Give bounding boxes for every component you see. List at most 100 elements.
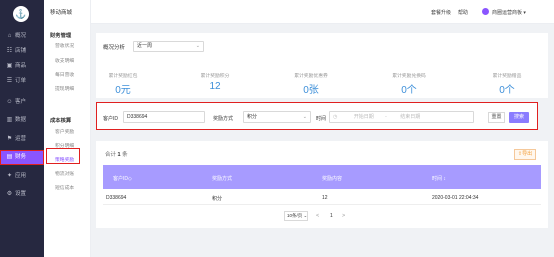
reward-method-select[interactable]: 积分 ⌄ — [243, 111, 311, 123]
range-select[interactable]: 近一周 ⌄ — [133, 41, 204, 52]
sub-item-withdraw-details[interactable]: 提现明细 — [55, 85, 74, 92]
export-button[interactable]: ⇪导出 — [514, 149, 536, 160]
chevron-down-icon: ▾ — [523, 10, 526, 16]
page-number[interactable]: 1 — [330, 211, 333, 221]
main-nav: ⚓ ⌂ 概况 ☷ 店铺 ▣ 商品 ☰ 订单 ☺ 客户 ▥ 数据 ⚑ 运营 ▤ 财务 ✦ 应用 ⚙ 设… — [0, 0, 44, 257]
stat-label: 累计奖励赠品 — [492, 74, 522, 79]
page-size-select[interactable]: 10条/页 ⌄ — [284, 211, 308, 221]
stat-value: 0元 — [115, 85, 131, 96]
prev-page-icon[interactable]: < — [316, 211, 319, 221]
stat-value: 0个 — [499, 85, 515, 96]
page-size-value: 10条/页 — [287, 213, 303, 218]
nav-item-settings[interactable]: ⚙ 设置 — [0, 188, 44, 201]
stat-value: 0个 — [401, 85, 417, 96]
next-page-icon[interactable]: > — [342, 211, 345, 221]
customer-id-input[interactable]: D338694 — [123, 111, 205, 123]
customer-id-label: 客户ID — [103, 116, 119, 122]
cell-customer-id: D338694 — [106, 195, 127, 201]
nav-item-operations[interactable]: ⚑ 运营 — [0, 133, 44, 146]
nav-label: 订单 — [15, 78, 27, 84]
col-reward-method: 奖励方式 — [212, 176, 233, 182]
nav-item-orders[interactable]: ☰ 订单 — [0, 75, 44, 88]
stat-points: 累计奖励积分 12 — [180, 72, 250, 92]
nav-item-store[interactable]: ☷ 店铺 — [0, 45, 44, 58]
sub-group-cost: 成本核算 — [50, 118, 72, 124]
home-icon: ⌂ — [7, 33, 12, 39]
apps-icon: ✦ — [6, 173, 13, 179]
upgrade-link[interactable]: 套餐升级 — [431, 9, 451, 16]
stat-label: 累计奖励兑换码 — [392, 74, 426, 79]
nav-item-apps[interactable]: ✦ 应用 — [0, 170, 44, 183]
top-bar: 套餐升级 帮助 商圈运营商板 ▾ — [91, 0, 554, 24]
cell-reward-method: 积分 — [212, 196, 223, 202]
nav-label: 运营 — [15, 136, 27, 142]
stat-label: 累计奖励优惠券 — [294, 74, 328, 79]
avatar[interactable] — [482, 8, 489, 15]
date-separator: - — [385, 114, 387, 120]
stat-value: 12 — [209, 81, 221, 92]
user-menu[interactable]: 商圈运营商板 ▾ — [492, 9, 526, 16]
sub-item-revenue-status[interactable]: 营收状况 — [55, 42, 74, 49]
nav-label: 商品 — [15, 63, 27, 69]
date-range-picker[interactable]: ◷ 开始日期 - 结束日期 — [329, 111, 474, 123]
nav-label: 店铺 — [15, 48, 27, 54]
nav-label: 设置 — [15, 191, 27, 197]
sub-item-daily-revenue[interactable]: 每日营收 — [55, 71, 74, 78]
nav-item-overview[interactable]: ⌂ 概况 — [0, 30, 44, 43]
nav-item-customers[interactable]: ☺ 客户 — [0, 96, 44, 109]
sub-item-customer-reward[interactable]: 客户奖励 — [55, 128, 74, 135]
sub-item-logistics[interactable]: 物流对账 — [55, 170, 74, 177]
secondary-sidebar: 移动商城 财务管理 营收状况 收支明细 每日营收 提现明细 成本核算 客户奖励 … — [44, 0, 91, 257]
nav-label: 客户 — [15, 99, 27, 105]
reward-method-value: 积分 — [247, 114, 258, 120]
sub-item-sms-cost[interactable]: 短信成本 — [55, 184, 74, 191]
stat-label: 累计奖励红包 — [108, 74, 138, 79]
flag-icon: ⚑ — [6, 136, 13, 142]
end-date-placeholder: 结束日期 — [400, 114, 421, 120]
col-customer-id[interactable]: 客户ID◇ — [113, 175, 132, 182]
gear-icon: ⚙ — [6, 191, 13, 197]
start-date-placeholder: 开始日期 — [353, 114, 374, 120]
chevron-down-icon: ⌄ — [302, 114, 307, 120]
chevron-down-icon: ⌄ — [195, 43, 200, 49]
export-label: 导出 — [522, 151, 533, 157]
calendar-icon: ◷ — [333, 114, 338, 120]
logo-icon[interactable]: ⚓ — [13, 6, 29, 22]
overview-card: 概况分析 近一周 ⌄ 累计奖励红包 0元 累计奖励积分 12 累计奖励优惠券 0… — [96, 33, 548, 98]
stat-value: 0张 — [303, 85, 319, 96]
stat-gifts: 累计奖励赠品 0个 — [472, 72, 542, 96]
sub-item-income-details[interactable]: 收支明细 — [55, 57, 74, 64]
total-count: 合计 1 条 — [105, 150, 128, 158]
total-number: 1 — [117, 152, 121, 158]
customer-icon: ☺ — [6, 99, 13, 105]
results-card: 合计 1 条 ⇪导出 客户ID◇ 奖励方式 奖励内容 时间 ↕ D338694 … — [96, 141, 548, 228]
customer-id-value: D338694 — [127, 114, 148, 120]
sub-group-finance: 财务管理 — [50, 33, 72, 39]
time-label: 时间 — [316, 116, 327, 122]
overview-label: 概况分析 — [103, 45, 126, 51]
bottom-spacer — [91, 236, 554, 257]
highlight-box-strategy-reward — [46, 148, 80, 164]
filter-bar: 客户ID D338694 奖励方式 积分 ⌄ 时间 ◷ 开始日期 - 结束日期 … — [96, 102, 538, 130]
cell-time: 2020-03-01 22:04:34 — [432, 195, 479, 201]
nav-label: 数据 — [15, 117, 27, 123]
stat-coupons: 累计奖励优惠券 0张 — [276, 72, 346, 96]
cell-reward-content: 12 — [322, 195, 328, 201]
nav-label: 应用 — [15, 173, 27, 179]
chevron-down-icon: ⌄ — [303, 213, 308, 218]
search-button[interactable]: 搜索 — [509, 112, 529, 123]
col-time[interactable]: 时间 ↕ — [432, 175, 446, 182]
order-icon: ☰ — [6, 78, 13, 84]
total-prefix: 合计 — [105, 152, 117, 158]
stat-red-packet: 累计奖励红包 0元 — [88, 72, 158, 96]
nav-item-data[interactable]: ▥ 数据 — [0, 114, 44, 127]
store-icon: ☷ — [6, 48, 13, 54]
stat-label: 累计奖励积分 — [200, 74, 230, 79]
table-row: D338694 积分 12 2020-03-01 22:04:34 — [103, 190, 541, 205]
nav-item-goods[interactable]: ▣ 商品 — [0, 60, 44, 73]
total-suffix: 条 — [122, 152, 128, 158]
nav-label: 概况 — [15, 33, 27, 39]
help-link[interactable]: 帮助 — [458, 9, 468, 16]
reset-button[interactable]: 重置 — [488, 112, 505, 123]
reward-method-label: 奖励方式 — [213, 116, 234, 122]
